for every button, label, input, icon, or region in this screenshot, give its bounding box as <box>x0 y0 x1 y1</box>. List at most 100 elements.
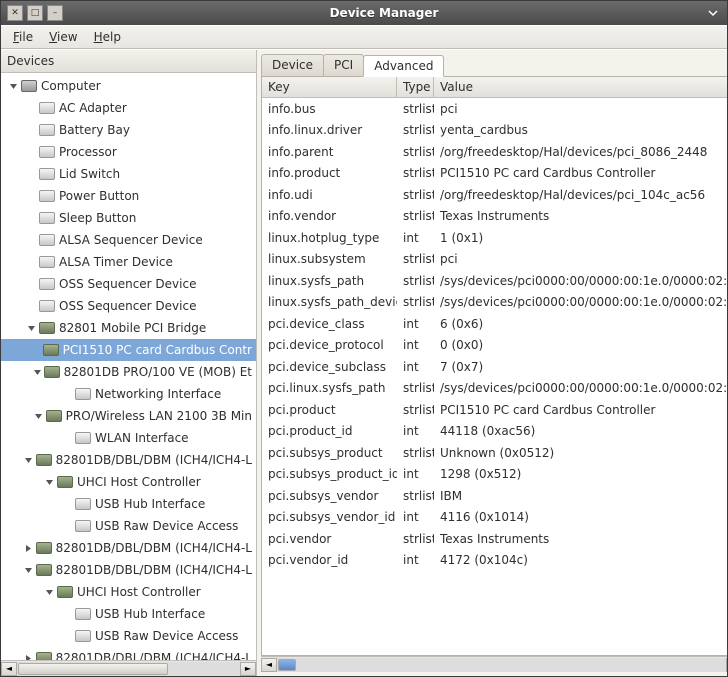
scroll-track[interactable] <box>17 662 240 676</box>
tree-row[interactable]: WLAN Interface <box>1 427 256 449</box>
table-row[interactable]: info.productstrlistPCI1510 PC card Cardb… <box>262 163 727 185</box>
expander-icon[interactable] <box>43 586 55 598</box>
tree-row[interactable]: UHCI Host Controller <box>1 581 256 603</box>
tree-row[interactable]: USB Raw Device Access <box>1 515 256 537</box>
expander-icon[interactable] <box>23 542 34 554</box>
table-row[interactable]: info.parentstrlist/org/freedesktop/Hal/d… <box>262 141 727 163</box>
tab-advanced[interactable]: Advanced <box>363 55 444 77</box>
expander-icon[interactable] <box>34 410 43 422</box>
cell-type: strlist <box>397 102 434 116</box>
tree-row[interactable]: Processor <box>1 141 256 163</box>
expander-spacer <box>25 234 37 246</box>
table-row[interactable]: linux.sysfs_pathstrlist/sys/devices/pci0… <box>262 270 727 292</box>
tree-row[interactable]: ALSA Timer Device <box>1 251 256 273</box>
tree-row[interactable]: Power Button <box>1 185 256 207</box>
dev-icon <box>75 432 91 444</box>
expander-icon[interactable] <box>25 322 37 334</box>
cell-key: pci.subsys_vendor_id <box>262 510 397 524</box>
cell-type: int <box>397 231 434 245</box>
tree-row[interactable]: 82801DB/DBL/DBM (ICH4/ICH4-L <box>1 449 256 471</box>
table-row[interactable]: linux.subsystemstrlistpci <box>262 249 727 271</box>
menu-file[interactable]: File <box>5 28 41 46</box>
scroll-left-icon[interactable]: ◄ <box>1 662 17 676</box>
titlebar[interactable]: ✕ □ – Device Manager <box>1 1 727 25</box>
expander-icon[interactable] <box>23 652 34 660</box>
tree-row[interactable]: UHCI Host Controller <box>1 471 256 493</box>
scroll-thumb[interactable] <box>278 659 296 671</box>
computer-icon <box>21 80 37 92</box>
scroll-left-icon[interactable]: ◄ <box>261 658 277 672</box>
cell-value: 1298 (0x512) <box>434 467 727 481</box>
tree-row[interactable]: 82801 Mobile PCI Bridge <box>1 317 256 339</box>
scroll-right-icon[interactable]: ► <box>726 658 727 672</box>
close-button[interactable]: ✕ <box>7 5 23 21</box>
table-row[interactable]: pci.device_protocolint0 (0x0) <box>262 335 727 357</box>
scroll-thumb[interactable] <box>18 663 168 675</box>
table-row[interactable]: info.linux.driverstrlistyenta_cardbus <box>262 120 727 142</box>
scroll-right-icon[interactable]: ► <box>240 662 256 676</box>
table-row[interactable]: pci.device_classint6 (0x6) <box>262 313 727 335</box>
table-row[interactable]: info.busstrlistpci <box>262 98 727 120</box>
menu-view[interactable]: View <box>41 28 85 46</box>
tab-device[interactable]: Device <box>261 54 324 76</box>
table-row[interactable]: pci.device_subclassint7 (0x7) <box>262 356 727 378</box>
table-row[interactable]: pci.subsys_vendor_idint4116 (0x1014) <box>262 507 727 529</box>
tab-pci[interactable]: PCI <box>323 54 364 76</box>
table-row[interactable]: pci.subsys_productstrlistUnknown (0x0512… <box>262 442 727 464</box>
tree-row[interactable]: ALSA Sequencer Device <box>1 229 256 251</box>
table-row[interactable]: pci.subsys_product_idint1298 (0x512) <box>262 464 727 486</box>
tree-row[interactable]: OSS Sequencer Device <box>1 273 256 295</box>
table-row[interactable]: pci.product_idint44118 (0xac56) <box>262 421 727 443</box>
table-body[interactable]: info.busstrlistpciinfo.linux.driverstrli… <box>262 98 727 655</box>
expander-icon[interactable] <box>7 80 19 92</box>
tree-row[interactable]: Networking Interface <box>1 383 256 405</box>
window-controls: ✕ □ – <box>7 5 63 21</box>
col-header-value[interactable]: Value <box>434 77 727 97</box>
tree-row[interactable]: Computer <box>1 75 256 97</box>
minimize-button[interactable]: – <box>47 5 63 21</box>
tree-row[interactable]: USB Raw Device Access <box>1 625 256 647</box>
tree-scrollbar-horizontal[interactable]: ◄ ► <box>1 660 256 676</box>
menu-help[interactable]: Help <box>86 28 129 46</box>
expander-icon[interactable] <box>43 476 55 488</box>
cell-key: pci.device_protocol <box>262 338 397 352</box>
expander-icon[interactable] <box>23 454 34 466</box>
table-row[interactable]: linux.hotplug_typeint1 (0x1) <box>262 227 727 249</box>
tree-row[interactable]: Sleep Button <box>1 207 256 229</box>
tree-row[interactable]: 82801DB/DBL/DBM (ICH4/ICH4-L <box>1 647 256 660</box>
tree-row[interactable]: AC Adapter <box>1 97 256 119</box>
cell-type: strlist <box>397 123 434 137</box>
table-row[interactable]: pci.vendor_idint4172 (0x104c) <box>262 550 727 572</box>
table-row[interactable]: pci.subsys_vendorstrlistIBM <box>262 485 727 507</box>
expander-icon[interactable] <box>33 366 42 378</box>
tree-row[interactable]: 82801DB PRO/100 VE (MOB) Et <box>1 361 256 383</box>
tree-row[interactable]: PCI1510 PC card Cardbus Contr <box>1 339 256 361</box>
tree-row[interactable]: Battery Bay <box>1 119 256 141</box>
window-dropdown-icon[interactable] <box>705 5 721 21</box>
tree-label: ALSA Sequencer Device <box>59 233 203 247</box>
scroll-track[interactable] <box>277 658 726 672</box>
tree-row[interactable]: PRO/Wireless LAN 2100 3B Min <box>1 405 256 427</box>
table-row[interactable]: linux.sysfs_path_devicestrlist/sys/devic… <box>262 292 727 314</box>
table-row[interactable]: pci.productstrlistPCI1510 PC card Cardbu… <box>262 399 727 421</box>
expander-icon[interactable] <box>23 564 34 576</box>
details-pane: DevicePCIAdvanced Key Type Value info.bu… <box>257 50 727 676</box>
cell-value: Unknown (0x0512) <box>434 446 727 460</box>
maximize-button[interactable]: □ <box>27 5 43 21</box>
table-row[interactable]: info.vendorstrlistTexas Instruments <box>262 206 727 228</box>
tree-row[interactable]: USB Hub Interface <box>1 493 256 515</box>
col-header-key[interactable]: Key <box>262 77 397 97</box>
tree-row[interactable]: 82801DB/DBL/DBM (ICH4/ICH4-L <box>1 559 256 581</box>
table-row[interactable]: pci.vendorstrlistTexas Instruments <box>262 528 727 550</box>
chip-icon <box>36 542 52 554</box>
col-header-type[interactable]: Type <box>397 77 434 97</box>
tree-row[interactable]: OSS Sequencer Device <box>1 295 256 317</box>
device-tree[interactable]: ComputerAC AdapterBattery BayProcessorLi… <box>1 73 256 660</box>
table-row[interactable]: pci.linux.sysfs_pathstrlist/sys/devices/… <box>262 378 727 400</box>
tree-row[interactable]: Lid Switch <box>1 163 256 185</box>
table-scrollbar-horizontal[interactable]: ◄ ► <box>261 656 727 672</box>
tree-row[interactable]: USB Hub Interface <box>1 603 256 625</box>
tree-row[interactable]: 82801DB/DBL/DBM (ICH4/ICH4-L <box>1 537 256 559</box>
table-row[interactable]: info.udistrlist/org/freedesktop/Hal/devi… <box>262 184 727 206</box>
expander-spacer <box>61 630 73 642</box>
